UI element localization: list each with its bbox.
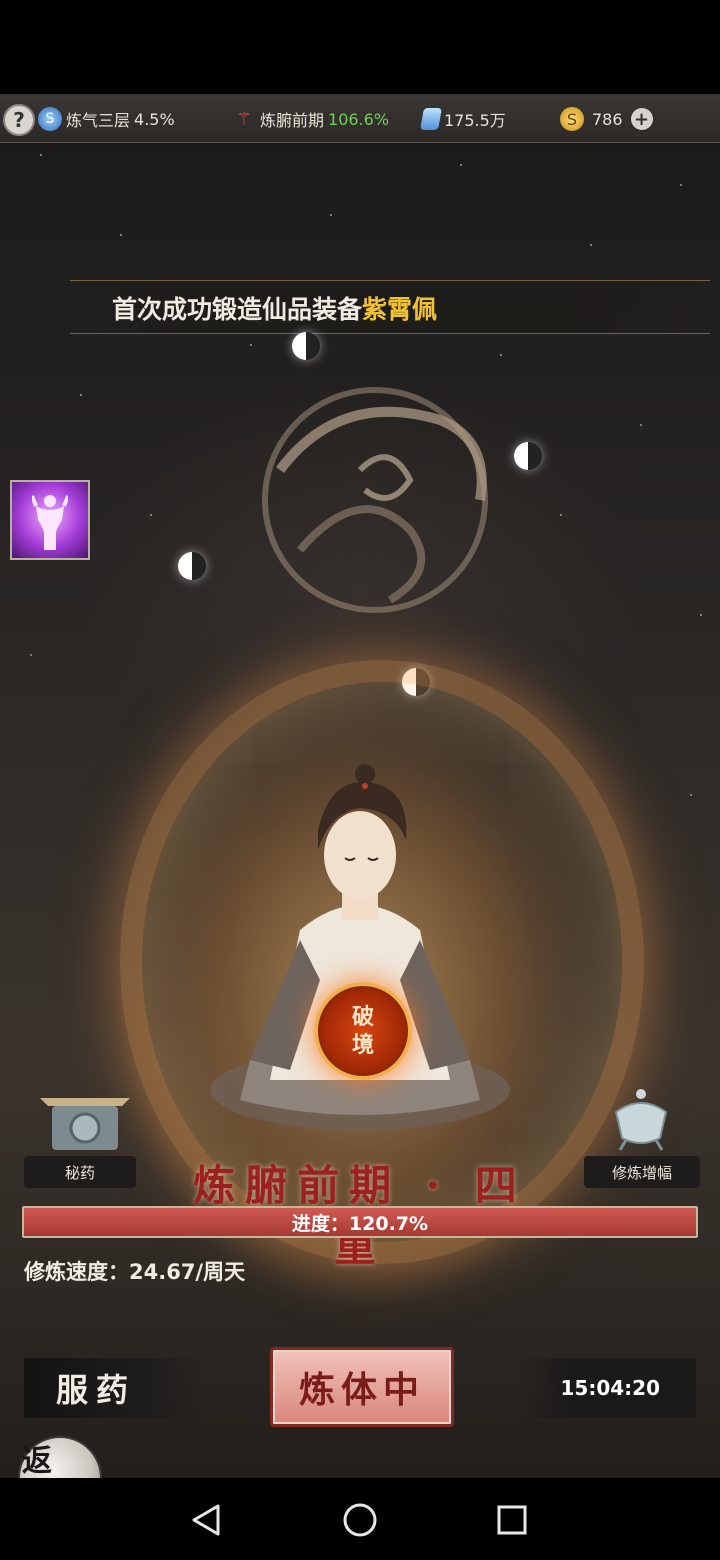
breakthrough-char-1: 破 <box>351 1004 374 1030</box>
cultivation-boost-prop[interactable]: 修炼增幅 <box>584 1086 714 1188</box>
nav-recent-icon[interactable] <box>492 1500 532 1540</box>
spirit-stone-stat: 175.5万 <box>420 106 506 132</box>
body-training-button[interactable]: 炼体中 <box>270 1347 454 1427</box>
spirit-stone-value: 175.5万 <box>444 111 506 130</box>
qi-realm-value: 4.5% <box>134 109 175 129</box>
cultivation-speed: 修炼速度：24.67/周天 <box>24 1260 246 1284</box>
training-timer: 15:04:20 <box>520 1358 696 1418</box>
status-bar <box>0 0 720 94</box>
spirit-stone-icon <box>420 108 442 130</box>
progress-text: 进度：120.7% <box>291 1212 429 1235</box>
plus-icon[interactable]: + <box>630 108 653 130</box>
nav-back-icon[interactable] <box>186 1500 226 1540</box>
qi-swirl-icon: S <box>38 107 62 131</box>
muscle-buff-icon[interactable] <box>10 480 90 560</box>
cultivation-boost-label: 修炼增幅 <box>584 1156 700 1188</box>
achievement-item-name: 紫霄佩 <box>362 295 438 324</box>
body-realm-value: 106.6% <box>328 109 390 129</box>
meditating-cultivator <box>210 764 510 1130</box>
incense-burner-icon <box>614 1089 668 1151</box>
yin-yang-icon <box>514 442 542 470</box>
breakthrough-char-2: 境 <box>351 1032 374 1058</box>
qi-realm-label: 炼气三层 <box>66 111 131 130</box>
body-realm-stat: ⚚ 炼腑前期 106.6% <box>232 106 389 132</box>
body-realm-label: 炼腑前期 <box>260 111 325 130</box>
breakthrough-button[interactable]: 破 境 <box>314 982 412 1080</box>
return-char-1: 返 <box>22 1444 52 1479</box>
secret-medicine-label: 秘药 <box>24 1156 136 1188</box>
nav-home-icon[interactable] <box>340 1500 380 1540</box>
achievement-text: 首次成功锻造仙品装备紫霄佩 <box>112 290 437 326</box>
gold-stat: S 786 + <box>560 106 653 132</box>
yin-yang-icon <box>292 332 320 360</box>
medicine-cauldron-icon <box>40 1098 130 1150</box>
secret-medicine-prop[interactable]: 秘药 <box>24 1088 154 1188</box>
yin-yang-icon <box>178 552 206 580</box>
achievement-message: 首次成功锻造仙品装备 <box>112 295 363 324</box>
gold-value: 786 <box>592 109 623 129</box>
swirl-emblem <box>262 387 488 613</box>
gold-coin-icon: S <box>560 107 584 131</box>
take-medicine-button[interactable]: 服药 <box>24 1358 204 1418</box>
qi-realm-stat: S 炼气三层 4.5% <box>38 106 175 132</box>
help-question-icon[interactable]: ? <box>3 104 35 136</box>
body-refine-icon: ⚚ <box>235 108 253 130</box>
